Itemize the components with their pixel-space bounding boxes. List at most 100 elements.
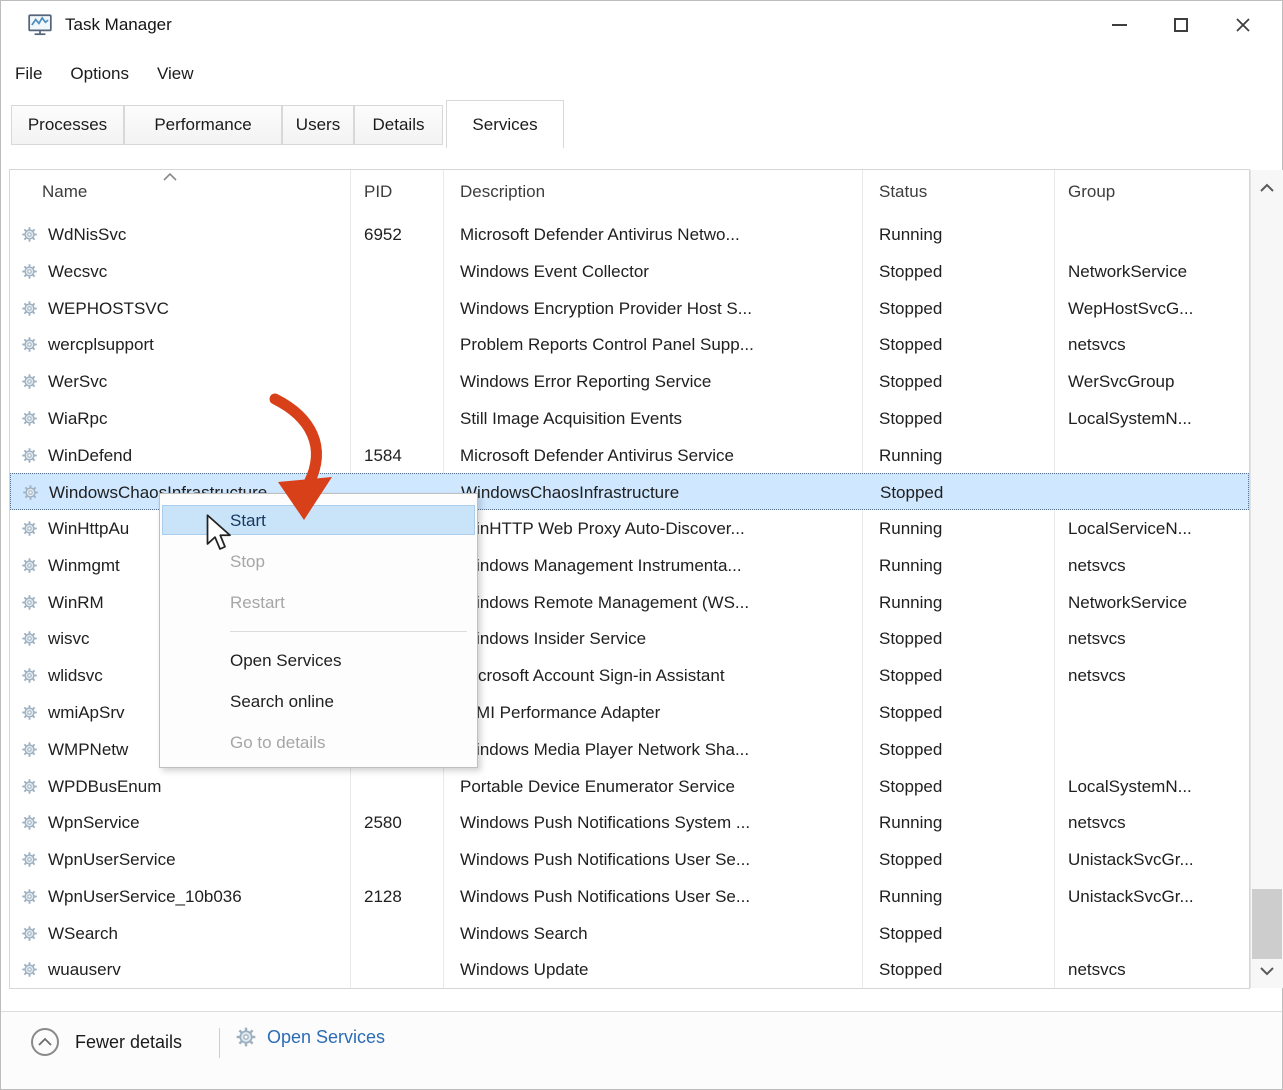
scrollbar-thumb[interactable]	[1252, 889, 1282, 959]
service-description: WMI Performance Adapter	[460, 694, 855, 731]
service-status: Running	[879, 584, 1049, 621]
service-pid	[364, 400, 444, 437]
table-row[interactable]: WpnService2580Windows Push Notifications…	[10, 804, 1249, 841]
service-gear-icon	[21, 925, 38, 942]
table-row[interactable]: WecsvcWindows Event CollectorStoppedNetw…	[10, 253, 1249, 290]
fewer-details-button[interactable]: Fewer details	[31, 1028, 182, 1056]
window-title: Task Manager	[65, 15, 172, 35]
column-header-description[interactable]: Description	[460, 182, 545, 202]
service-description: Windows Update	[460, 951, 855, 988]
scroll-down-button[interactable]	[1251, 956, 1283, 986]
maximize-icon	[1174, 18, 1188, 32]
context-menu-item-search-online[interactable]: Search online	[160, 681, 477, 722]
menubar-item-options[interactable]: Options	[70, 64, 129, 84]
menubar-item-view[interactable]: View	[157, 64, 194, 84]
table-row[interactable]: WinDefend1584Microsoft Defender Antiviru…	[10, 437, 1249, 474]
context-menu-item-restart: Restart	[160, 582, 477, 623]
close-button[interactable]	[1212, 1, 1274, 49]
service-group: netsvcs	[1068, 547, 1250, 584]
service-description: Windows Insider Service	[460, 620, 855, 657]
table-row[interactable]: WiaRpcStill Image Acquisition EventsStop…	[10, 400, 1249, 437]
service-name: WSearch	[48, 915, 348, 952]
table-row[interactable]: wuauservWindows UpdateStoppednetsvcs	[10, 951, 1249, 988]
service-name: wercplsupport	[48, 326, 348, 363]
table-row[interactable]: wercplsupport Problem Reports Control Pan…	[10, 326, 1249, 363]
context-menu-item-label: Restart	[230, 593, 285, 612]
context-menu-item-open-services[interactable]: Open Services	[160, 640, 477, 681]
service-description: Microsoft Defender Antivirus Netwo...	[460, 216, 855, 253]
table-row[interactable]: WpnUserService_10b036 2128 Windows Push No…	[10, 878, 1249, 915]
service-group	[1068, 437, 1250, 474]
service-gear-icon	[21, 226, 38, 243]
service-description: WindowsChaosInfrastructure	[461, 474, 856, 511]
service-gear-icon	[21, 851, 38, 868]
context-menu-item-start[interactable]: Start	[160, 500, 477, 541]
table-row[interactable]: WdNisSvc6952Microsoft Defender Antivirus…	[10, 216, 1249, 253]
table-row[interactable]: WEPHOSTSVCWindows Encryption Provider Ho…	[10, 290, 1249, 327]
tab-services[interactable]: Services	[446, 100, 564, 148]
context-menu-item-label: Start	[230, 511, 266, 530]
service-group	[1068, 731, 1250, 768]
maximize-button[interactable]	[1150, 1, 1212, 49]
service-description: Windows Search	[460, 915, 855, 952]
chevron-up-icon	[1259, 183, 1275, 192]
service-group: netsvcs	[1068, 326, 1250, 363]
service-group	[1068, 694, 1250, 731]
service-name: wuauserv	[48, 951, 348, 988]
column-header-pid[interactable]: PID	[364, 182, 392, 202]
tab-details[interactable]: Details	[354, 105, 443, 145]
service-name: WpnUserService	[48, 841, 348, 878]
column-header-name[interactable]: Name	[42, 182, 87, 202]
vertical-scrollbar[interactable]	[1250, 170, 1283, 988]
tab-performance[interactable]: Performance	[124, 105, 282, 145]
service-name: WPDBusEnum	[48, 768, 348, 805]
column-header-group[interactable]: Group	[1068, 182, 1115, 202]
service-gear-icon	[21, 336, 38, 353]
task-manager-icon	[27, 12, 53, 38]
service-pid: 2128	[364, 878, 444, 915]
task-manager-window: Task Manager File Options View ProcessesPe…	[0, 0, 1283, 1090]
context-menu-item-stop: Stop	[160, 541, 477, 582]
service-group: NetworkService	[1068, 584, 1250, 621]
minimize-button[interactable]	[1088, 1, 1150, 49]
table-row[interactable]: WPDBusEnumPortable Device Enumerator Ser…	[10, 768, 1249, 805]
table-row[interactable]: WSearchWindows SearchStopped	[10, 915, 1249, 952]
service-status: Stopped	[879, 400, 1049, 437]
menubar-item-file[interactable]: File	[15, 64, 42, 84]
service-status: Stopped	[879, 363, 1049, 400]
context-menu-separator	[160, 623, 477, 640]
service-description: Windows Push Notifications User Se...	[460, 878, 855, 915]
service-gear-icon	[21, 520, 38, 537]
service-gear-icon	[21, 667, 38, 684]
open-services-label: Open Services	[267, 1027, 385, 1048]
service-group	[1069, 474, 1251, 511]
service-description: Microsoft Account Sign-in Assistant	[460, 657, 855, 694]
tab-processes[interactable]: Processes	[11, 105, 124, 145]
table-row[interactable]: WpnUserService Windows Push Notifications…	[10, 841, 1249, 878]
service-description: Windows Push Notifications User Se...	[460, 841, 855, 878]
service-gear-icon	[22, 484, 39, 501]
column-header-status[interactable]: Status	[879, 182, 927, 202]
service-group	[1068, 216, 1250, 253]
service-group: WepHostSvcG...	[1068, 290, 1250, 327]
scroll-up-button[interactable]	[1251, 172, 1283, 202]
service-gear-icon	[21, 263, 38, 280]
table-row[interactable]: WerSvcWindows Error Reporting ServiceSto…	[10, 363, 1249, 400]
service-status: Running	[879, 878, 1049, 915]
service-group: LocalSystemN...	[1068, 400, 1250, 437]
service-group	[1068, 915, 1250, 952]
service-pid	[364, 768, 444, 805]
service-status: Stopped	[879, 841, 1049, 878]
context-menu-item-label: Search online	[230, 692, 334, 711]
service-status: Stopped	[879, 620, 1049, 657]
service-status: Running	[879, 804, 1049, 841]
open-services-link[interactable]: Open Services	[235, 1026, 385, 1048]
service-name: WEPHOSTSVC	[48, 290, 348, 327]
service-name: WpnUserService_10b036	[48, 878, 348, 915]
service-description: Problem Reports Control Panel Supp...	[460, 326, 855, 363]
service-description: Windows Event Collector	[460, 253, 855, 290]
context-menu: Start Stop Restart Open Services Search onli…	[159, 493, 478, 768]
table-header: Name PID Description Status Group	[10, 170, 1249, 216]
close-icon	[1235, 17, 1251, 33]
tab-users[interactable]: Users	[282, 105, 354, 145]
